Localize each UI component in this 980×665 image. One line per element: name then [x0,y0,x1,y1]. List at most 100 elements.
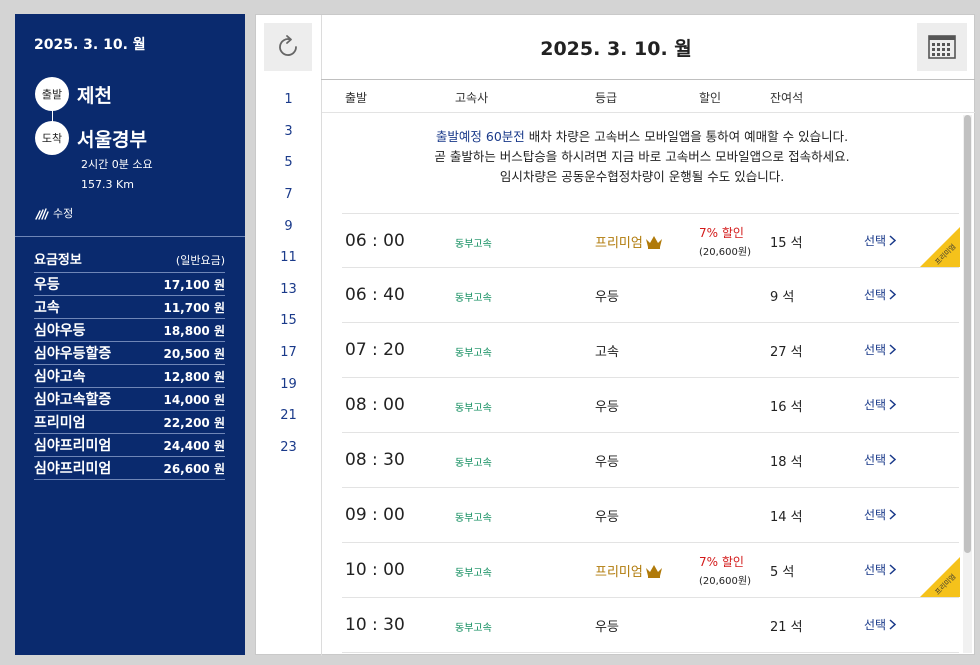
notice-line1: 배차 차량은 고속버스 모바일앱을 통하여 예매할 수 있습니다. [524,129,849,144]
chevron-right-icon [889,344,897,355]
table-row: 10 : 30 동부고속 우등 21 석 선택 [342,598,959,653]
fare-price: 14,000 원 [163,392,225,407]
bus-grade: 프리미엄 [595,561,663,580]
select-button[interactable]: 선택 [864,506,897,523]
arrival-badge: 도착 [35,121,69,155]
page-title: 2025. 3. 10. 월 [540,38,692,60]
refresh-icon [279,35,297,56]
fare-row: 심야우등 18,800 원 [34,319,225,342]
fare-row: 심야고속할증 14,000 원 [34,388,225,411]
trip-duration: 2시간 0분 소요 [81,158,153,171]
fare-row: 고속 11,700 원 [34,296,225,319]
chevron-right-icon [889,564,897,575]
remaining-seats: 27 석 [770,345,803,360]
bus-company: 동부고속 [455,348,492,359]
edit-route-button[interactable]: 수정 [34,205,73,221]
table-row: 06 : 40 동부고속 우등 9 석 선택 [342,268,959,323]
select-button[interactable]: 선택 [864,616,897,633]
premium-ribbon: 프리미엄 [920,227,960,267]
hour-link[interactable]: 9 [256,219,321,234]
select-label: 선택 [864,563,887,577]
departure-time: 07 : 20 [345,340,405,360]
fare-name: 심야고속 [34,369,86,385]
hour-link[interactable]: 5 [256,155,321,170]
bus-grade: 우등 [595,451,619,470]
fare-row: 심야프리미엄 24,400 원 [34,434,225,457]
select-button[interactable]: 선택 [864,561,897,578]
departure-time: 08 : 00 [345,395,405,415]
fare-price: 18,800 원 [163,323,225,338]
chevron-right-icon [889,289,897,300]
table-header: 출발 고속사 등급 할인 잔여석 [322,80,975,113]
select-label: 선택 [864,508,887,522]
fare-row: 심야고속 12,800 원 [34,365,225,388]
fare-name: 심야고속할증 [34,392,112,408]
edit-label: 수정 [53,207,74,220]
discount-price: (20,600원) [699,247,751,258]
hour-link[interactable]: 19 [256,377,321,392]
table-row: 08 : 00 동부고속 우등 16 석 선택 [342,378,959,433]
hour-link[interactable]: 11 [256,250,321,265]
select-button[interactable]: 선택 [864,341,897,358]
timetable-panel: 2025. 3. 10. 월 1 3 5 7 9 11 13 15 17 19 … [255,14,975,656]
hour-link[interactable]: 23 [256,440,321,455]
grade-label: 우등 [595,455,619,470]
grade-label: 프리미엄 [595,236,643,251]
hour-link[interactable]: 1 [256,92,321,107]
hour-link[interactable]: 15 [256,313,321,328]
select-button[interactable]: 선택 [864,451,897,468]
col-depart: 출발 [345,91,368,105]
chevron-right-icon [889,454,897,465]
departure-time: 10 : 30 [345,615,405,635]
select-button[interactable]: 선택 [864,232,897,249]
fare-price: 24,400 원 [163,438,225,453]
select-label: 선택 [864,453,887,467]
table-row: 07 : 20 동부고속 고속 27 석 선택 [342,323,959,378]
select-button[interactable]: 선택 [864,286,897,303]
select-label: 선택 [864,288,887,302]
refresh-button[interactable] [264,23,312,71]
fare-price: 17,100 원 [163,277,225,292]
fare-name: 심야프리미엄 [34,461,112,477]
departure-time: 10 : 00 [345,560,405,580]
hour-link[interactable]: 21 [256,408,321,423]
bus-company: 동부고속 [455,293,492,304]
hour-link[interactable]: 13 [256,282,321,297]
discount-rate: 7% 할인 [699,555,744,569]
fare-name: 심야우등 [34,323,86,339]
bus-grade: 우등 [595,396,619,415]
hour-link[interactable]: 17 [256,345,321,360]
notice-line3: 임시차량은 공동운수협정차량이 운행될 수도 있습니다. [499,169,785,184]
calendar-button[interactable] [917,23,967,71]
select-button[interactable]: 선택 [864,396,897,413]
fare-subtitle: (일반요금) [175,254,225,267]
chevron-right-icon [889,235,897,246]
fare-price: 26,600 원 [163,461,225,476]
fare-name: 고속 [34,300,60,316]
grade-label: 우등 [595,620,619,635]
discount-price: (20,600원) [699,576,751,587]
remaining-seats: 21 석 [770,620,803,635]
fare-price: 20,500 원 [163,346,225,361]
bus-company: 동부고속 [455,239,492,250]
notice-line2: 곧 출발하는 버스탑승을 하시려면 지금 바로 고속버스 모바일앱으로 접속하세… [434,149,850,164]
fare-list: 우등 17,100 원 고속 11,700 원 심야우등 18,800 원 심야우등할… [34,272,225,480]
grade-label: 고속 [595,345,619,360]
select-label: 선택 [864,234,887,248]
fare-header: 요금정보 (일반요금) [34,249,225,268]
chevron-right-icon [889,619,897,630]
select-label: 선택 [864,618,887,632]
table-row: 08 : 30 동부고속 우등 18 석 선택 [342,433,959,488]
hour-link[interactable]: 7 [256,187,321,202]
bus-grade: 고속 [595,341,619,360]
scrollbar-thumb[interactable] [964,115,971,553]
discount-rate: 7% 할인 [699,226,744,240]
table-row: 10 : 00 동부고속 프리미엄 7% 할인 (20,600원) 5 석 선택 프리미엄 [342,543,960,598]
col-company: 고속사 [455,91,489,105]
bus-grade: 우등 [595,286,619,305]
remaining-seats: 16 석 [770,400,803,415]
hour-link[interactable]: 3 [256,124,321,139]
fare-name: 심야프리미엄 [34,438,112,454]
crown-icon [645,564,662,578]
arrival-city: 서울경부 [77,129,147,151]
